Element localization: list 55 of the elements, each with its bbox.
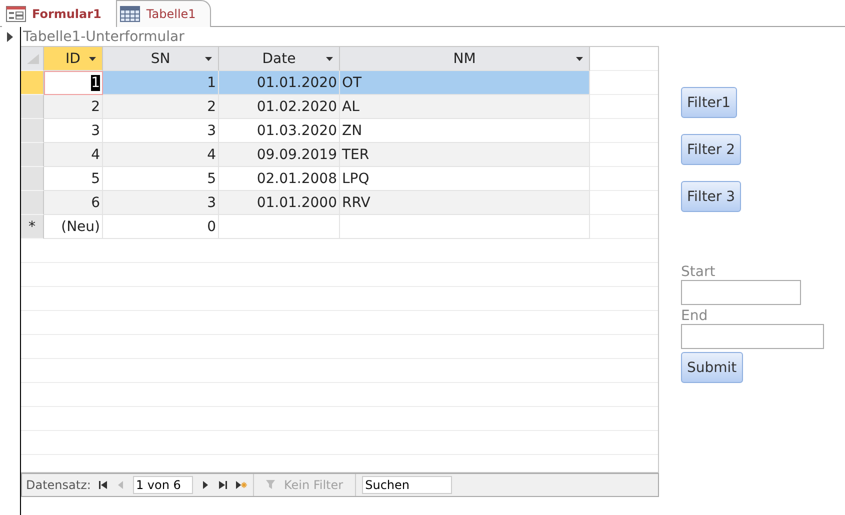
field-label: End xyxy=(681,308,708,324)
form-icon xyxy=(6,6,26,22)
search-field[interactable]: Suchen xyxy=(362,476,452,494)
table-cell: 1 xyxy=(103,71,219,95)
submit-button[interactable]: Submit xyxy=(681,352,743,383)
column-header[interactable]: ID xyxy=(44,47,103,71)
first-record-icon[interactable] xyxy=(96,479,109,491)
table-cell: 0 xyxy=(103,215,219,239)
column-header[interactable]: Date xyxy=(219,47,340,71)
column-header[interactable]: NM xyxy=(340,47,590,71)
expand-arrow-icon xyxy=(7,32,13,42)
subform-title: Tabelle1-Unterformular xyxy=(23,28,184,44)
table-cell: 4 xyxy=(44,143,103,167)
last-record-icon[interactable] xyxy=(216,479,229,491)
record-selector[interactable] xyxy=(21,191,44,215)
table-cell: 3 xyxy=(103,191,219,215)
new-record-icon[interactable] xyxy=(234,479,247,491)
field-label: Start xyxy=(681,264,716,280)
new-record-marker: * xyxy=(21,215,44,239)
table-cell[interactable]: 1 xyxy=(44,71,103,95)
document-tab[interactable]: Tabelle1 xyxy=(116,0,211,27)
record-number-field[interactable]: 1 von 6 xyxy=(132,476,193,494)
record-selector[interactable] xyxy=(21,71,44,95)
column-header[interactable]: SN xyxy=(103,47,219,71)
table-cell: RRV xyxy=(340,191,590,215)
dropdown-arrow-icon[interactable] xyxy=(205,57,212,61)
table-cell: 6 xyxy=(44,191,103,215)
table-cell: TER xyxy=(340,143,590,167)
select-all-icon[interactable] xyxy=(25,54,39,64)
record-label: Datensatz: xyxy=(26,478,91,492)
dropdown-arrow-icon[interactable] xyxy=(326,57,333,61)
record-selector[interactable] xyxy=(21,119,44,143)
document-tab[interactable]: Formular1 xyxy=(2,0,116,27)
input-field[interactable] xyxy=(681,280,801,305)
table-cell: 4 xyxy=(103,143,219,167)
table-cell: (Neu) xyxy=(44,215,103,239)
table-cell: AL xyxy=(340,95,590,119)
table-cell: 2 xyxy=(44,95,103,119)
filter-button[interactable]: Filter1 xyxy=(681,87,737,118)
table-cell: OT xyxy=(340,71,590,95)
table-cell: 01.01.2000 xyxy=(219,191,340,215)
table-cell: 2 xyxy=(103,95,219,119)
table-cell: 01.01.2020 xyxy=(219,71,340,95)
dropdown-arrow-icon[interactable] xyxy=(576,57,583,61)
filter-button[interactable]: Filter 2 xyxy=(681,134,742,165)
input-field[interactable] xyxy=(681,324,824,349)
record-selector[interactable] xyxy=(21,95,44,119)
record-selector[interactable] xyxy=(21,167,44,191)
dropdown-arrow-icon[interactable] xyxy=(89,57,96,61)
funnel-icon xyxy=(266,479,278,491)
table-cell: 01.02.2020 xyxy=(219,95,340,119)
record-selector[interactable] xyxy=(21,143,44,167)
table-cell: 09.09.2019 xyxy=(219,143,340,167)
filter-button[interactable]: Filter 3 xyxy=(681,181,742,212)
table-icon xyxy=(120,6,140,22)
